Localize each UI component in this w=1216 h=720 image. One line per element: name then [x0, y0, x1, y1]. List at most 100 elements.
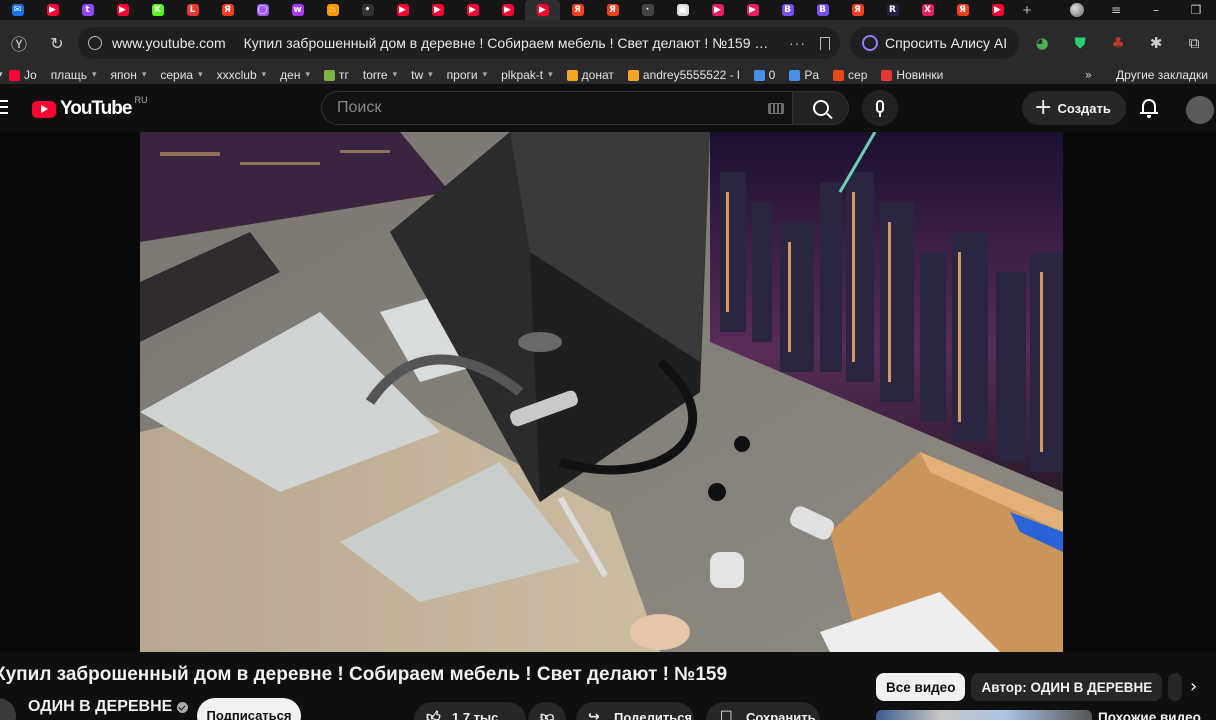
notifications-bell-icon[interactable] [1140, 98, 1158, 118]
other-bookmarks[interactable]: Другие закладки [1116, 68, 1208, 82]
browser-tab[interactable]: ♨ [315, 0, 350, 20]
more-icon[interactable]: ··· [789, 35, 806, 51]
bookmark-item[interactable]: Новинки [874, 68, 950, 82]
bookmark-item[interactable]: Jo [2, 68, 44, 82]
video-player[interactable] [0, 132, 1216, 652]
browser-tab[interactable]: ▶ [525, 0, 560, 20]
profile-avatar[interactable] [1070, 3, 1084, 17]
browser-tab[interactable]: ▶ [700, 0, 735, 20]
video-frame[interactable] [140, 132, 1063, 652]
subscribe-button[interactable]: Подписаться [197, 698, 301, 720]
image-icon: ▣ [676, 4, 689, 16]
channel-avatar[interactable] [0, 698, 16, 720]
menu-icon[interactable]: ≡ [1096, 3, 1136, 17]
browser-tab[interactable]: ▶ [980, 0, 1015, 20]
browser-tab[interactable]: Я [210, 0, 245, 20]
bookmark-item[interactable]: plkpak-t ▾ [494, 68, 560, 82]
yandex-icon: Я [606, 4, 619, 16]
browser-tab[interactable]: X [910, 0, 945, 20]
save-button[interactable]: ☐ Сохранить [706, 702, 820, 720]
related-video-title[interactable]: Похожие видео [1098, 710, 1201, 720]
bookmark-label: донат [581, 68, 614, 82]
voice-search-button[interactable] [862, 90, 898, 126]
browser-tab[interactable]: ▶ [420, 0, 455, 20]
create-button[interactable]: + Создать [1022, 91, 1126, 125]
browser-tab[interactable]: ✉ [0, 0, 35, 20]
site-info-icon[interactable] [88, 36, 102, 50]
bookmarks-overflow-icon[interactable]: » [1085, 68, 1092, 82]
browser-tab[interactable]: ▶ [385, 0, 420, 20]
chevron-down-icon: ▾ [548, 70, 553, 80]
thumbs-up-icon: 👍︎ [426, 709, 441, 720]
browser-tab[interactable]: B [770, 0, 805, 20]
bookmark-label: Pa [804, 68, 820, 82]
browser-tab[interactable]: ▶ [735, 0, 770, 20]
extension-globe-icon[interactable]: ◕ [1023, 20, 1061, 66]
browser-tab[interactable]: ▣ [665, 0, 700, 20]
share-button[interactable]: ↪ Поделиться [576, 702, 694, 720]
bookmark-item[interactable]: тг [317, 68, 356, 82]
bookmark-item[interactable]: япон ▾ [104, 68, 154, 82]
reload-icon[interactable]: ↻ [38, 20, 76, 66]
chip-more[interactable] [1168, 673, 1183, 701]
chevron-right-icon[interactable]: › [1190, 676, 1212, 698]
bookmark-item[interactable]: сериа ▾ [153, 68, 209, 82]
browser-tab[interactable]: w [280, 0, 315, 20]
search-button[interactable] [793, 91, 849, 125]
browser-tab[interactable]: Я [840, 0, 875, 20]
bookmark-label: Новинки [896, 68, 944, 82]
bookmark-item[interactable]: ден ▾ [273, 68, 317, 82]
browser-tab[interactable]: Я [945, 0, 980, 20]
browser-tab[interactable]: ▶ [490, 0, 525, 20]
restore-icon[interactable]: ❐ [1176, 3, 1216, 17]
browser-tab[interactable]: R [875, 0, 910, 20]
collections-icon[interactable]: ⧉ [1175, 20, 1213, 66]
bookmark-label: torre [362, 68, 388, 82]
keyboard-icon[interactable] [768, 103, 784, 114]
channel-name-link[interactable]: ОДИН В ДЕРЕВНЕ [28, 698, 189, 716]
extension-cherry-icon[interactable]: ♣ [1099, 20, 1137, 66]
browser-tab[interactable]: t [70, 0, 105, 20]
omnibox[interactable]: www.youtube.com Купил заброшенный дом в … [78, 27, 840, 59]
b-icon: B [816, 4, 829, 16]
bookmark-item[interactable]: 0 [747, 68, 783, 82]
browser-tab[interactable]: K [140, 0, 175, 20]
chip-by-author[interactable]: Автор: ОДИН В ДЕРЕВНЕ [971, 673, 1163, 701]
bookmark-item[interactable]: Pa [782, 68, 826, 82]
chevron-down-icon: ▾ [92, 70, 97, 80]
search-input[interactable] [337, 99, 757, 117]
guide-menu-icon[interactable] [0, 100, 8, 114]
browser-tab[interactable]: Я [595, 0, 630, 20]
minimize-icon[interactable]: – [1136, 3, 1176, 17]
browser-tab[interactable]: ▶ [105, 0, 140, 20]
browser-tab[interactable]: L [175, 0, 210, 20]
adblock-shield-icon[interactable]: ⛊ [1061, 20, 1099, 66]
browser-tab[interactable]: • [350, 0, 385, 20]
bookmark-item[interactable]: плащь ▾ [44, 68, 104, 82]
x-icon: X [921, 4, 934, 16]
browser-tab[interactable]: ▶ [35, 0, 70, 20]
browser-tab[interactable]: ◯ [245, 0, 280, 20]
ask-alice-button[interactable]: Спросить Алису AI [850, 27, 1020, 59]
youtube-logo[interactable]: YouTube RU [32, 95, 147, 120]
browser-tab[interactable]: B [805, 0, 840, 20]
related-video-thumbnail[interactable] [876, 710, 1092, 720]
bookmark-item[interactable]: andrey5555522 - l [621, 68, 747, 82]
bookmark-icon[interactable] [820, 36, 830, 50]
bookmark-item[interactable]: проги ▾ [440, 68, 494, 82]
chip-all-videos[interactable]: Все видео [876, 673, 966, 701]
browser-tab[interactable]: Я [560, 0, 595, 20]
browser-tab[interactable]: ▶ [455, 0, 490, 20]
yandex-home-icon[interactable]: Ⓨ [0, 20, 38, 66]
browser-tab[interactable]: · [630, 0, 665, 20]
bookmark-item[interactable]: сер [826, 68, 874, 82]
bookmark-item[interactable]: донат [560, 68, 621, 82]
bookmark-item[interactable]: xxxclub ▾ [210, 68, 274, 82]
like-button[interactable]: 👍︎ 1,7 тыс. [414, 702, 526, 720]
bookmark-item[interactable]: torre ▾ [356, 68, 404, 82]
new-tab-button[interactable]: + [1015, 0, 1039, 20]
bookmark-item[interactable]: tw ▾ [404, 68, 440, 82]
extensions-puzzle-icon[interactable]: ✱ [1137, 20, 1175, 66]
dislike-button[interactable]: 👎︎ [528, 702, 566, 720]
account-avatar[interactable] [1186, 96, 1214, 124]
